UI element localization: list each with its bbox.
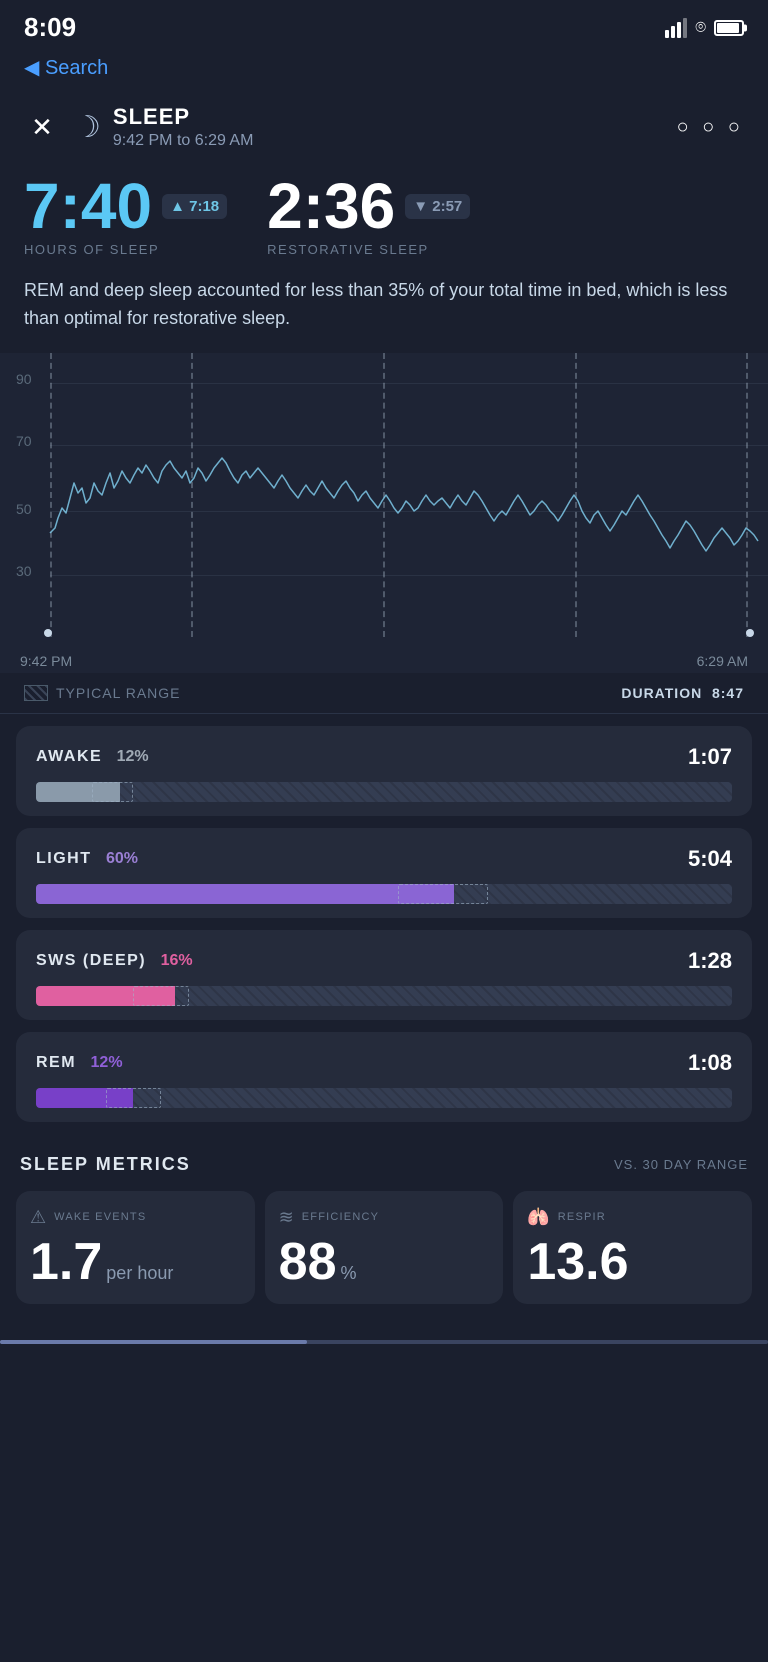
stage-card-light: LIGHT 60% 5:04	[16, 828, 752, 918]
typical-range-3	[106, 1088, 162, 1108]
legend-duration-label: DURATION	[621, 685, 702, 701]
stage-card-sws-(deep): SWS (DEEP) 16% 1:28	[16, 930, 752, 1020]
metrics-subtitle: VS. 30 DAY RANGE	[614, 1157, 748, 1172]
stage-name-0: AWAKE	[36, 748, 102, 765]
header: ✕ ☽ SLEEP 9:42 PM to 6:29 AM ○ ○ ○	[0, 92, 768, 166]
restorative-sleep-label: RESTORATIVE SLEEP	[267, 242, 470, 257]
stage-name-3: REM	[36, 1054, 76, 1071]
close-button[interactable]: ✕	[24, 109, 60, 145]
more-button[interactable]: ○ ○ ○	[677, 116, 744, 139]
metric-unit-0: per hour	[106, 1263, 173, 1284]
metrics-cards: ⚠ WAKE EVENTS 1.7 per hour ≋ EFFICIENCY …	[16, 1191, 752, 1304]
stage-pct-1: 60%	[106, 850, 138, 867]
hours-of-sleep-value: 7:40	[24, 174, 152, 238]
stage-name-1: LIGHT	[36, 850, 92, 867]
stage-card-rem: REM 12% 1:08	[16, 1032, 752, 1122]
metric-icon-1: ≋	[279, 1207, 294, 1228]
stage-bar-container-2	[36, 986, 732, 1006]
legend-typical-label: TYPICAL RANGE	[56, 685, 181, 701]
signal-icon	[665, 18, 687, 38]
chart-time-labels: 9:42 PM 6:29 AM	[0, 653, 768, 669]
scroll-thumb	[0, 1340, 307, 1344]
status-bar: 8:09 ⌾	[0, 0, 768, 51]
scroll-area	[0, 1304, 768, 1364]
stage-time-2: 1:28	[688, 948, 732, 974]
stage-bar-container-1	[36, 884, 732, 904]
header-subtitle: 9:42 PM to 6:29 AM	[113, 132, 677, 150]
metric-card-respir: 🫁 RESPIR 13.6	[513, 1191, 752, 1304]
status-icons: ⌾	[665, 17, 744, 38]
stage-bar-1	[36, 884, 454, 904]
stage-bar-container-3	[36, 1088, 732, 1108]
restorative-sleep-badge: ▼ 2:57	[405, 194, 470, 219]
metrics-header: SLEEP METRICS VS. 30 DAY RANGE	[16, 1154, 752, 1175]
metric-icon-2: 🫁	[527, 1207, 549, 1228]
hours-of-sleep-badge: ▲ 7:18	[162, 194, 227, 219]
restorative-sleep-stat: 2:36 ▼ 2:57 RESTORATIVE SLEEP	[267, 174, 470, 257]
hours-of-sleep-stat: 7:40 ▲ 7:18 HOURS OF SLEEP	[24, 174, 227, 257]
stage-time-0: 1:07	[688, 744, 732, 770]
typical-range-2	[133, 986, 189, 1006]
stage-time-3: 1:08	[688, 1050, 732, 1076]
back-link[interactable]: ◀ Search	[0, 51, 768, 92]
battery-icon	[714, 20, 744, 36]
metric-unit-1: %	[341, 1263, 357, 1284]
heart-rate-waveform	[0, 353, 768, 633]
chart-end-dot	[746, 629, 754, 637]
legend-box-icon	[24, 685, 48, 701]
stats-row: 7:40 ▲ 7:18 HOURS OF SLEEP 2:36 ▼ 2:57 R…	[0, 166, 768, 277]
scroll-indicator	[0, 1340, 768, 1344]
sleep-description: REM and deep sleep accounted for less th…	[0, 277, 768, 353]
stage-bar-container-0	[36, 782, 732, 802]
stage-cards: AWAKE 12% 1:07 LIGHT 60% 5:04 SWS (DEEP)…	[0, 714, 768, 1134]
chart-start-dot	[44, 629, 52, 637]
chart-start-time: 9:42 PM	[20, 653, 72, 669]
sleep-chart: 90 70 50 30 9:42 PM 6:29 AM	[0, 353, 768, 673]
metric-icon-0: ⚠	[30, 1207, 46, 1228]
wifi-icon: ⌾	[695, 17, 706, 38]
metrics-section: SLEEP METRICS VS. 30 DAY RANGE ⚠ WAKE EV…	[0, 1134, 768, 1304]
status-time: 8:09	[24, 12, 76, 43]
hours-of-sleep-label: HOURS OF SLEEP	[24, 242, 227, 257]
stage-name-2: SWS (DEEP)	[36, 952, 146, 969]
metric-label-1: EFFICIENCY	[302, 1211, 379, 1223]
stage-pct-0: 12%	[117, 748, 149, 765]
metric-value-2: 13.6	[527, 1236, 628, 1288]
typical-range-1	[398, 884, 488, 904]
metric-card-wake-events: ⚠ WAKE EVENTS 1.7 per hour	[16, 1191, 255, 1304]
metric-value-1: 88	[279, 1236, 337, 1288]
moon-icon: ☽	[74, 110, 101, 145]
stage-time-1: 5:04	[688, 846, 732, 872]
header-title: SLEEP	[113, 104, 677, 130]
header-title-block: SLEEP 9:42 PM to 6:29 AM	[113, 104, 677, 150]
metric-value-0: 1.7	[30, 1236, 102, 1288]
metric-card-efficiency: ≋ EFFICIENCY 88 %	[265, 1191, 504, 1304]
chart-end-time: 6:29 AM	[697, 653, 748, 669]
metric-label-0: WAKE EVENTS	[54, 1211, 146, 1223]
legend-duration-value: 8:47	[712, 685, 744, 701]
stage-card-awake: AWAKE 12% 1:07	[16, 726, 752, 816]
legend-typical: TYPICAL RANGE	[24, 685, 181, 701]
metric-label-2: RESPIR	[558, 1211, 606, 1223]
typical-range-0	[92, 782, 134, 802]
metrics-title: SLEEP METRICS	[20, 1154, 191, 1175]
restorative-sleep-value: 2:36	[267, 174, 395, 238]
stage-pct-3: 12%	[91, 1054, 123, 1071]
legend-row: TYPICAL RANGE DURATION 8:47	[0, 673, 768, 714]
stage-pct-2: 16%	[161, 952, 193, 969]
legend-duration: DURATION 8:47	[621, 685, 744, 701]
